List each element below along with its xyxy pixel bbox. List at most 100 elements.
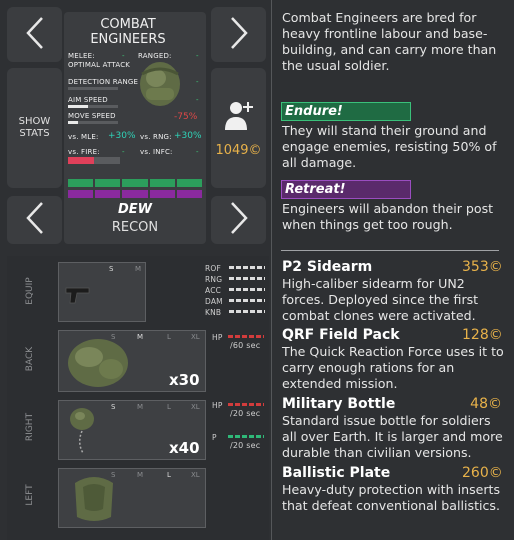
vs-fire-value: - bbox=[122, 148, 125, 156]
show-stats-button[interactable]: SHOW STATS bbox=[7, 68, 62, 188]
right-hp-time: /20 sec bbox=[230, 409, 261, 418]
item-2-name: QRF Field Pack bbox=[282, 327, 400, 343]
ability-bar-purple bbox=[68, 190, 203, 198]
backpack-icon bbox=[63, 333, 133, 395]
stat-rof-label: ROF bbox=[205, 264, 222, 273]
right-p-time: /20 sec bbox=[230, 441, 261, 450]
right-item-count: x40 bbox=[169, 439, 200, 457]
slot-size-l: L bbox=[167, 333, 171, 341]
unit-name: COMBAT ENGINEERS bbox=[90, 17, 166, 47]
unit-portrait bbox=[132, 54, 188, 110]
ability-retreat-banner: Retreat! bbox=[281, 180, 411, 199]
equip-slot[interactable]: S M bbox=[58, 262, 146, 322]
weapon-stats: ROF RNG ACC DAM KNB bbox=[205, 264, 265, 322]
slot-size-m: M bbox=[135, 265, 142, 273]
ability-endure-banner: Endure! bbox=[281, 102, 411, 121]
right-slot-label: RIGHT bbox=[25, 412, 35, 442]
item-2-description: The Quick Reaction Force uses it to carr… bbox=[282, 344, 504, 391]
vs-infection-value: - bbox=[196, 148, 199, 156]
vs-fire-label: vs. FIRE: bbox=[68, 148, 100, 156]
ranged-label: RANGED: bbox=[138, 52, 172, 60]
ability-endure-description: They will stand their ground and engage … bbox=[282, 123, 497, 170]
stat-knb-label: KNB bbox=[205, 308, 222, 317]
item-3-description: Standard issue bottle for soldiers all o… bbox=[282, 413, 503, 460]
prev-class-button[interactable] bbox=[7, 7, 62, 62]
right-slot[interactable]: S M L XL x40 bbox=[58, 400, 206, 460]
unit-description: Combat Engineers are bred for heavy fron… bbox=[282, 10, 497, 73]
slot-size-s: S bbox=[109, 265, 114, 273]
item-1-price: 353© bbox=[462, 259, 503, 275]
right-p-bar bbox=[228, 435, 264, 438]
aim-speed-bar bbox=[68, 105, 118, 108]
vs-melee-label: vs. MLE: bbox=[68, 133, 99, 141]
back-hp-bar bbox=[228, 335, 264, 338]
ability-retreat-name: Retreat! bbox=[285, 182, 346, 197]
move-speed-bar bbox=[68, 121, 118, 124]
aim-speed-value: - bbox=[196, 96, 199, 104]
back-item-count: x30 bbox=[169, 371, 200, 389]
pistol-icon bbox=[65, 285, 91, 309]
chevron-left-icon bbox=[24, 16, 46, 54]
right-hp-label: HP bbox=[212, 401, 223, 410]
item-3-price: 48© bbox=[470, 396, 502, 412]
slot-size-m: M bbox=[137, 403, 144, 411]
back-hp-label: HP bbox=[212, 333, 223, 342]
optimal-attack-label: OPTIMAL ATTACK bbox=[68, 61, 131, 69]
right-hp-bar bbox=[228, 403, 264, 406]
column-divider bbox=[271, 0, 272, 540]
chevron-right-icon bbox=[228, 16, 250, 54]
vs-melee-value: +30% bbox=[108, 131, 136, 141]
melee-value: - bbox=[122, 52, 125, 60]
show-stats-label: SHOW STATS bbox=[18, 116, 51, 139]
soldier-name: DEW bbox=[117, 202, 152, 217]
left-slot[interactable]: S M L XL bbox=[58, 468, 206, 528]
melee-label: MELEE: bbox=[68, 52, 95, 60]
slot-size-s: S bbox=[111, 403, 116, 411]
detection-bar bbox=[68, 87, 118, 90]
aim-speed-label: AIM SPEED bbox=[68, 96, 108, 104]
ability-retreat-description: Engineers will abandon their post when t… bbox=[282, 201, 494, 232]
chevron-left-icon bbox=[24, 201, 46, 239]
prev-soldier-button[interactable] bbox=[7, 196, 62, 244]
add-soldier-icon bbox=[222, 99, 256, 137]
stat-rng-label: RNG bbox=[205, 275, 223, 284]
item-4-price: 260© bbox=[462, 465, 503, 481]
item-1-description: High-caliber sidearm for UN2 forces. Dep… bbox=[282, 276, 479, 323]
item-4-name: Ballistic Plate bbox=[282, 465, 391, 481]
equip-slot-label: EQUIP bbox=[25, 277, 35, 305]
ability-bar-green bbox=[68, 179, 203, 187]
right-p-label: P bbox=[212, 433, 217, 442]
move-speed-label: MOVE SPEED bbox=[68, 112, 116, 120]
item-4-description: Heavy-duty protection with inserts that … bbox=[282, 482, 501, 513]
slot-size-l: L bbox=[167, 403, 171, 411]
slot-size-m: M bbox=[137, 333, 144, 341]
stat-dam-label: DAM bbox=[205, 297, 223, 306]
stat-acc-label: ACC bbox=[205, 286, 222, 295]
slot-size-m: M bbox=[137, 471, 144, 479]
ability-endure-name: Endure! bbox=[285, 104, 343, 119]
hire-cost: 1049© bbox=[215, 142, 262, 158]
slot-size-xl: XL bbox=[191, 471, 200, 479]
move-speed-value: -75% bbox=[174, 112, 198, 122]
slot-size-l: L bbox=[167, 471, 171, 479]
item-1-name: P2 Sidearm bbox=[282, 259, 373, 275]
fire-resistance-bar bbox=[68, 157, 120, 164]
ranged-value: - bbox=[196, 52, 199, 60]
hire-button[interactable]: 1049© bbox=[211, 68, 266, 188]
items-divider bbox=[281, 250, 499, 251]
chevron-right-icon bbox=[228, 201, 250, 239]
vs-ranged-value: +30% bbox=[174, 131, 202, 141]
slot-size-xl: XL bbox=[191, 333, 200, 341]
left-slot-label: LEFT bbox=[25, 484, 35, 506]
back-slot-label: BACK bbox=[25, 346, 35, 372]
soldier-role: RECON bbox=[111, 220, 159, 235]
back-slot[interactable]: S M L XL x30 bbox=[58, 330, 206, 392]
vs-ranged-label: vs. RNG: bbox=[140, 133, 172, 141]
vs-infection-label: vs. INFC: bbox=[140, 148, 173, 156]
bottle-icon bbox=[67, 405, 97, 461]
back-hp-time: /60 sec bbox=[230, 341, 261, 350]
next-soldier-button[interactable] bbox=[211, 196, 266, 244]
plate-vest-icon bbox=[67, 473, 121, 529]
unit-card: COMBAT ENGINEERS MELEE: - RANGED: - OPTI… bbox=[64, 12, 206, 244]
next-class-button[interactable] bbox=[211, 7, 266, 62]
